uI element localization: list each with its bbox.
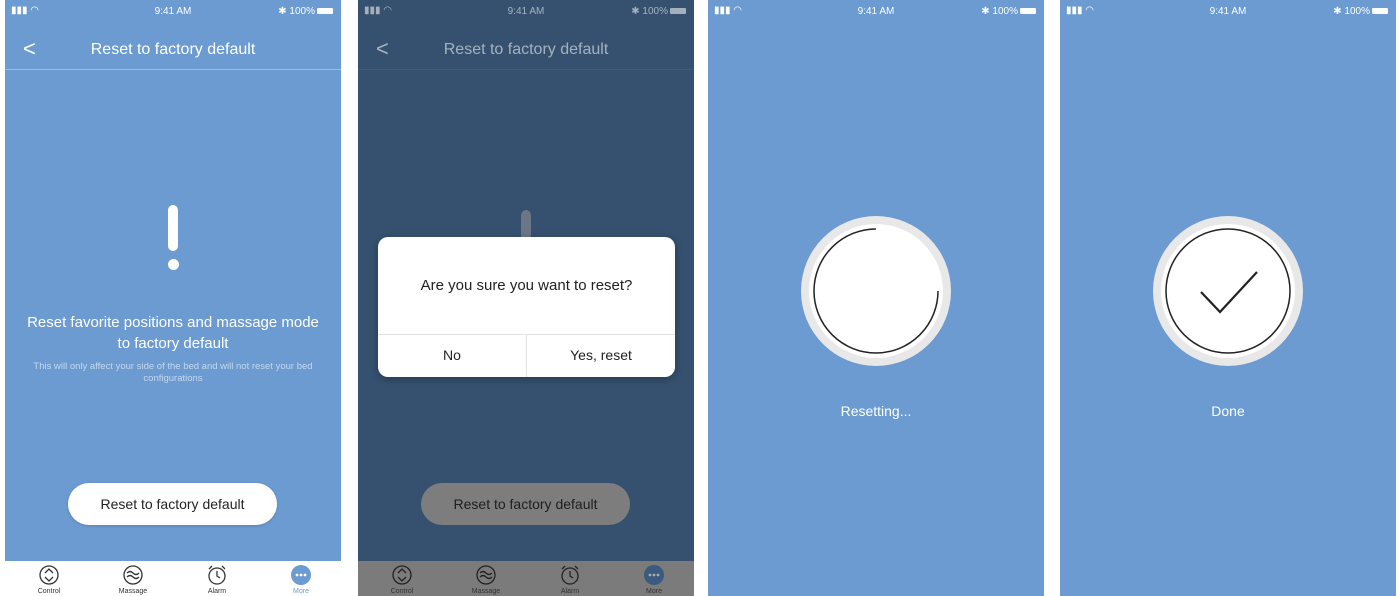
more-icon [644, 565, 664, 585]
battery-percent: 100% [992, 6, 1018, 17]
control-icon [392, 565, 412, 585]
exclamation-icon [5, 205, 341, 277]
done-label: Done [1211, 403, 1245, 419]
status-bar: ▮▮▮ ◠ 9:41 AM ✱ 100% [358, 0, 694, 22]
tab-bar: Control Massage Alarm More [5, 561, 341, 596]
battery-icon [317, 8, 333, 15]
confirm-dialog: Are you sure you want to reset? No Yes, … [378, 237, 675, 377]
reset-headline: Reset favorite positions and massage mod… [27, 314, 319, 352]
tab-label: Control [37, 588, 61, 595]
battery-indicator: ✱ 100% [981, 6, 1036, 17]
tab-label: Alarm [560, 588, 580, 595]
reset-factory-button: Reset to factory default [421, 483, 630, 525]
alarm-icon [561, 565, 579, 585]
tab-massage: Massage [466, 564, 506, 595]
tab-more[interactable]: More [281, 564, 321, 595]
status-bar: ▮▮▮ ◠ 9:41 AM ✱ 100% [708, 0, 1044, 22]
nav-bar: < Reset to factory default [5, 28, 341, 70]
tab-alarm: Alarm [550, 564, 590, 595]
tab-more: More [634, 564, 674, 595]
reset-factory-button[interactable]: Reset to factory default [68, 483, 277, 525]
more-icon [291, 565, 311, 585]
tab-label: Massage [471, 588, 501, 595]
battery-indicator: ✱ 100% [1333, 6, 1388, 17]
yes-reset-button[interactable]: Yes, reset [527, 334, 675, 377]
screen-resetting: ▮▮▮ ◠ 9:41 AM ✱ 100% Resetting... [708, 0, 1044, 596]
control-icon [39, 565, 59, 585]
reset-subtext: This will only affect your side of the b… [33, 361, 313, 384]
tab-bar: Control Massage Alarm More [358, 561, 694, 596]
dialog-message: Are you sure you want to reset? [420, 277, 633, 294]
status-bar: ▮▮▮ ◠ 9:41 AM ✱ 100% [5, 0, 341, 22]
massage-icon [476, 565, 496, 585]
tab-alarm[interactable]: Alarm [197, 564, 237, 595]
battery-indicator: ✱ 100% [278, 6, 333, 17]
checkmark-icon [1165, 228, 1291, 354]
tab-control[interactable]: Control [29, 564, 69, 595]
done-circle [1153, 216, 1303, 366]
battery-percent: 100% [1344, 6, 1370, 17]
page-title: Reset to factory default [90, 41, 256, 58]
battery-percent: 100% [289, 6, 315, 17]
massage-icon [123, 565, 143, 585]
battery-icon [1020, 8, 1036, 15]
tab-label: More [293, 588, 309, 595]
screen-reset-intro: ▮▮▮ ◠ 9:41 AM ✱ 100% < Reset to factory … [5, 0, 341, 596]
page-title: Reset to factory default [443, 41, 609, 58]
alarm-icon [208, 565, 226, 585]
battery-indicator: ✱ 100% [631, 6, 686, 17]
spinner-arc-icon [813, 228, 939, 354]
no-button[interactable]: No [378, 334, 526, 377]
tab-massage[interactable]: Massage [113, 564, 153, 595]
tab-label: Alarm [207, 588, 227, 595]
battery-icon [670, 8, 686, 15]
tab-label: Massage [118, 588, 148, 595]
screen-done: ▮▮▮ ◠ 9:41 AM ✱ 100% Done [1060, 0, 1396, 596]
battery-percent: 100% [642, 6, 668, 17]
battery-icon [1372, 8, 1388, 15]
tab-label: More [646, 588, 662, 595]
status-bar: ▮▮▮ ◠ 9:41 AM ✱ 100% [1060, 0, 1396, 22]
progress-spinner [801, 216, 951, 366]
tab-control: Control [382, 564, 422, 595]
nav-bar: < Reset to factory default [358, 28, 694, 70]
screen-reset-confirm: ▮▮▮ ◠ 9:41 AM ✱ 100% < Reset to factory … [358, 0, 694, 596]
tab-label: Control [390, 588, 414, 595]
resetting-label: Resetting... [840, 403, 912, 419]
